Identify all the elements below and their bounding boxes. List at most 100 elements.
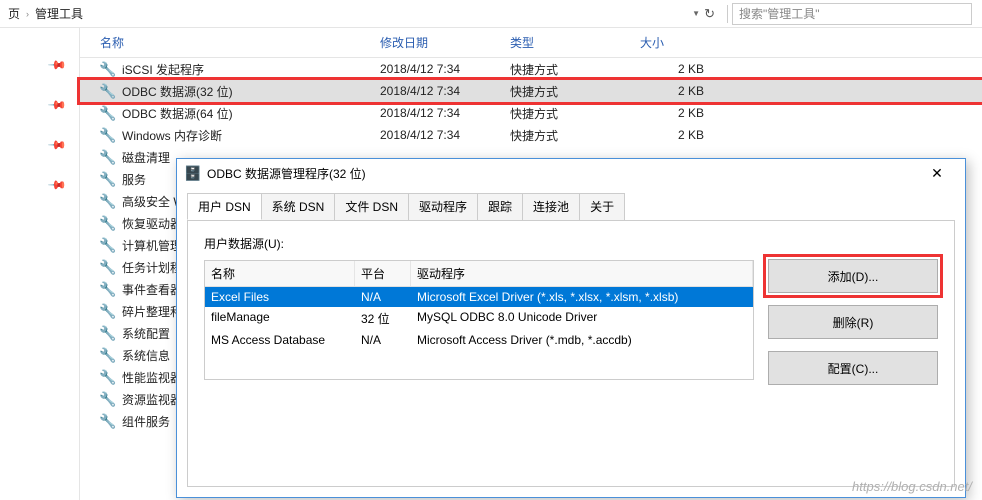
dsn-table: 名称 平台 驱动程序 Excel FilesN/AMicrosoft Excel… xyxy=(204,260,754,380)
dsn-row[interactable]: Excel FilesN/AMicrosoft Excel Driver (*.… xyxy=(205,287,753,307)
column-header-name[interactable]: 名称 xyxy=(92,28,372,57)
dialog-title: ODBC 数据源管理程序(32 位) xyxy=(207,165,917,182)
file-name: iSCSI 发起程序 xyxy=(122,61,204,78)
tab-0[interactable]: 用户 DSN xyxy=(187,193,262,220)
file-name: ODBC 数据源(32 位) xyxy=(122,83,233,100)
file-name: Windows 内存诊断 xyxy=(122,127,222,144)
file-name: 恢复驱动器 xyxy=(122,215,182,232)
pin-icon: 📌 xyxy=(47,55,67,75)
tab-content: 用户数据源(U): 名称 平台 驱动程序 Excel FilesN/AMicro… xyxy=(187,220,955,487)
file-name: 事件查看器 xyxy=(122,281,182,298)
shortcut-icon: 🔧 xyxy=(100,105,116,121)
configure-button[interactable]: 配置(C)... xyxy=(768,351,938,385)
file-name: 服务 xyxy=(122,171,146,188)
file-date: 2018/4/12 7:34 xyxy=(372,106,502,120)
refresh-icon[interactable]: ↻ xyxy=(704,6,715,22)
add-button[interactable]: 添加(D)... xyxy=(768,259,938,293)
shortcut-icon: 🔧 xyxy=(100,413,116,429)
breadcrumb-sep-icon: › xyxy=(26,9,29,19)
search-placeholder: 搜索"管理工具" xyxy=(739,5,820,22)
dialog-titlebar[interactable]: 🗄️ ODBC 数据源管理程序(32 位) ✕ xyxy=(177,159,965,187)
file-type: 快捷方式 xyxy=(502,105,632,122)
dsn-col-driver[interactable]: 驱动程序 xyxy=(411,261,753,286)
pin-icon: 📌 xyxy=(47,175,67,195)
user-dsn-label: 用户数据源(U): xyxy=(204,235,754,252)
dsn-col-platform[interactable]: 平台 xyxy=(355,261,411,286)
shortcut-icon: 🔧 xyxy=(100,237,116,253)
pin-icon: 📌 xyxy=(47,95,67,115)
file-row[interactable]: 🔧 ODBC 数据源(32 位) 2018/4/12 7:34快捷方式2 KB xyxy=(80,80,982,102)
tab-3[interactable]: 驱动程序 xyxy=(408,193,478,220)
dialog-button-column: 添加(D)... 删除(R) 配置(C)... xyxy=(768,235,938,472)
search-input[interactable]: 搜索"管理工具" xyxy=(732,3,972,25)
shortcut-icon: 🔧 xyxy=(100,149,116,165)
dsn-platform: N/A xyxy=(355,287,411,307)
shortcut-icon: 🔧 xyxy=(100,193,116,209)
file-date: 2018/4/12 7:34 xyxy=(372,128,502,142)
tab-6[interactable]: 关于 xyxy=(579,193,625,220)
dsn-name: Excel Files xyxy=(205,287,355,307)
dsn-row[interactable]: MS Access DatabaseN/AMicrosoft Access Dr… xyxy=(205,330,753,350)
shortcut-icon: 🔧 xyxy=(100,127,116,143)
file-type: 快捷方式 xyxy=(502,127,632,144)
file-name: ODBC 数据源(64 位) xyxy=(122,105,233,122)
remove-button[interactable]: 删除(R) xyxy=(768,305,938,339)
watermark: https://blog.csdn.net/ xyxy=(852,479,972,494)
file-size: 2 KB xyxy=(632,128,712,142)
shortcut-icon: 🔧 xyxy=(100,281,116,297)
column-header-size[interactable]: 大小 xyxy=(632,28,712,57)
dsn-row[interactable]: fileManage32 位MySQL ODBC 8.0 Unicode Dri… xyxy=(205,307,753,330)
file-name: 性能监视器 xyxy=(122,369,182,386)
file-size: 2 KB xyxy=(632,62,712,76)
dsn-driver: MySQL ODBC 8.0 Unicode Driver xyxy=(411,307,753,330)
file-name: 系统配置 xyxy=(122,325,170,342)
tab-4[interactable]: 跟踪 xyxy=(477,193,523,220)
file-size: 2 KB xyxy=(632,84,712,98)
file-type: 快捷方式 xyxy=(502,83,632,100)
breadcrumb[interactable]: 页 › 管理工具 xyxy=(4,5,692,22)
shortcut-icon: 🔧 xyxy=(100,303,116,319)
chevron-down-icon[interactable]: ▼ xyxy=(692,9,700,18)
shortcut-icon: 🔧 xyxy=(100,369,116,385)
dsn-driver: Microsoft Access Driver (*.mdb, *.accdb) xyxy=(411,330,753,350)
file-size: 2 KB xyxy=(632,106,712,120)
dsn-name: fileManage xyxy=(205,307,355,330)
tab-strip: 用户 DSN系统 DSN文件 DSN驱动程序跟踪连接池关于 xyxy=(177,187,965,220)
shortcut-icon: 🔧 xyxy=(100,391,116,407)
quick-access-pane: 📌 📌 📌 📌 xyxy=(0,28,80,500)
column-header-row: 名称 修改日期 类型 大小 xyxy=(80,28,982,58)
tab-2[interactable]: 文件 DSN xyxy=(334,193,409,220)
dsn-platform: 32 位 xyxy=(355,307,411,330)
shortcut-icon: 🔧 xyxy=(100,259,116,275)
pin-icon: 📌 xyxy=(47,135,67,155)
dsn-col-name[interactable]: 名称 xyxy=(205,261,355,286)
file-row[interactable]: 🔧 Windows 内存诊断 2018/4/12 7:34快捷方式2 KB xyxy=(80,124,982,146)
divider xyxy=(727,5,728,23)
close-icon[interactable]: ✕ xyxy=(917,165,957,182)
file-type: 快捷方式 xyxy=(502,61,632,78)
shortcut-icon: 🔧 xyxy=(100,61,116,77)
shortcut-icon: 🔧 xyxy=(100,171,116,187)
odbc-dialog: 🗄️ ODBC 数据源管理程序(32 位) ✕ 用户 DSN系统 DSN文件 D… xyxy=(176,158,966,498)
dsn-table-header: 名称 平台 驱动程序 xyxy=(205,261,753,287)
tab-1[interactable]: 系统 DSN xyxy=(261,193,336,220)
breadcrumb-part[interactable]: 管理工具 xyxy=(35,5,83,22)
file-date: 2018/4/12 7:34 xyxy=(372,62,502,76)
file-date: 2018/4/12 7:34 xyxy=(372,84,502,98)
column-header-modified[interactable]: 修改日期 xyxy=(372,28,502,57)
column-header-type[interactable]: 类型 xyxy=(502,28,632,57)
shortcut-icon: 🔧 xyxy=(100,83,116,99)
tab-5[interactable]: 连接池 xyxy=(522,193,580,220)
file-name: 磁盘清理 xyxy=(122,149,170,166)
shortcut-icon: 🔧 xyxy=(100,347,116,363)
file-row[interactable]: 🔧 ODBC 数据源(64 位) 2018/4/12 7:34快捷方式2 KB xyxy=(80,102,982,124)
dsn-platform: N/A xyxy=(355,330,411,350)
file-name: 系统信息 xyxy=(122,347,170,364)
shortcut-icon: 🔧 xyxy=(100,215,116,231)
file-row[interactable]: 🔧 iSCSI 发起程序 2018/4/12 7:34快捷方式2 KB xyxy=(80,58,982,80)
breadcrumb-part[interactable]: 页 xyxy=(8,5,20,22)
file-name: 计算机管理 xyxy=(122,237,182,254)
dsn-driver: Microsoft Excel Driver (*.xls, *.xlsx, *… xyxy=(411,287,753,307)
file-name: 资源监视器 xyxy=(122,391,182,408)
shortcut-icon: 🔧 xyxy=(100,325,116,341)
